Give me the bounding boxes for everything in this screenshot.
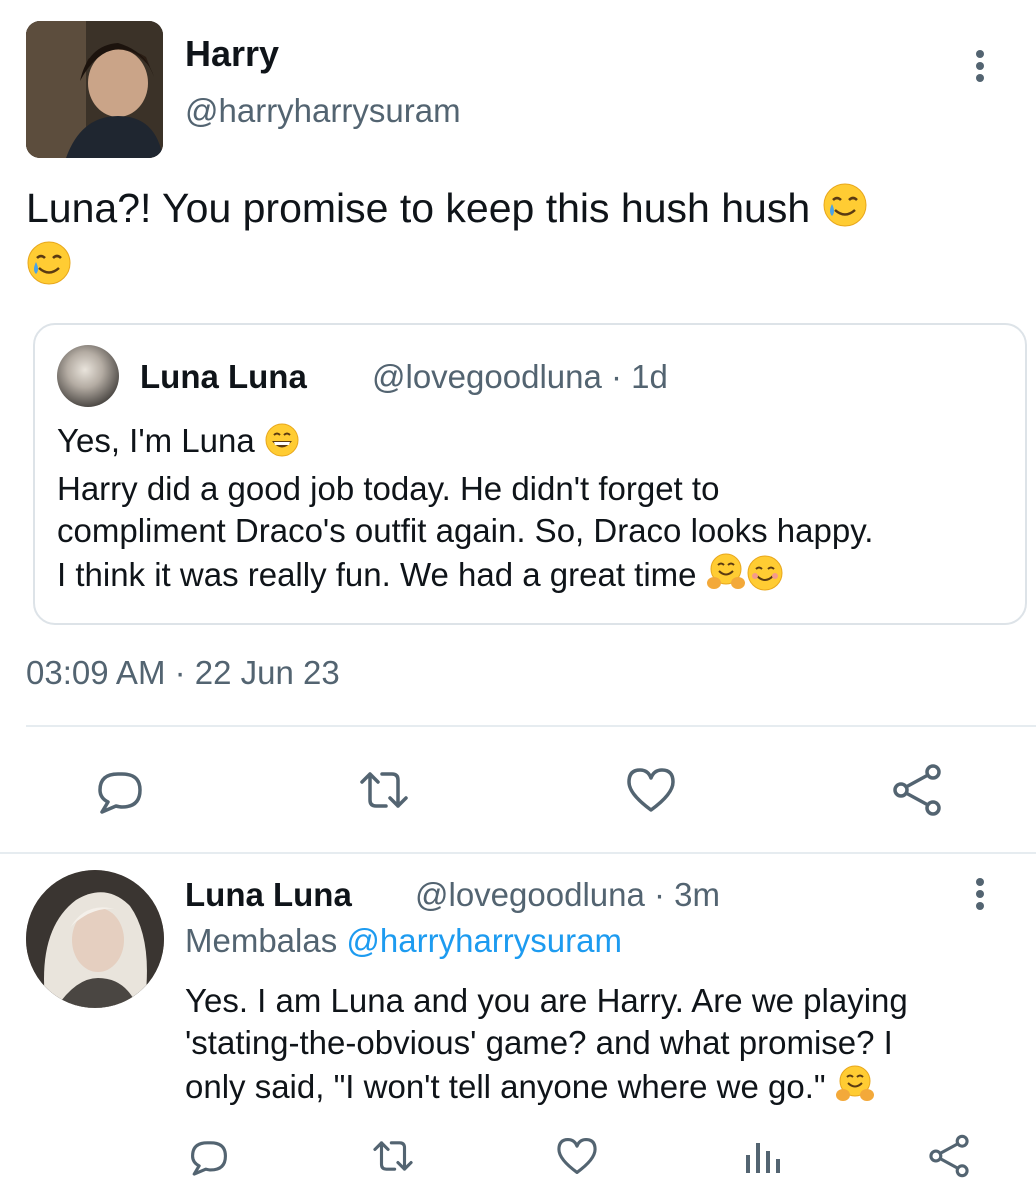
reply-retweet-button[interactable] xyxy=(370,1133,416,1179)
share-icon xyxy=(929,1134,969,1178)
quote-meta: @lovegoodluna · 1d xyxy=(372,358,668,395)
heart-icon xyxy=(627,768,675,812)
reply-author-name[interactable]: Luna Luna xyxy=(185,876,395,920)
divider xyxy=(26,725,1036,727)
retweet-icon xyxy=(360,772,408,808)
reply-share-button[interactable] xyxy=(926,1133,972,1179)
hugging-emoji-icon xyxy=(835,1064,875,1114)
crescent-moon-emoji-icon xyxy=(361,878,395,920)
share-button[interactable] xyxy=(889,762,945,818)
author-name[interactable]: Harry xyxy=(185,33,279,75)
quote-line-3: compliment Draco's outfit again. So, Dra… xyxy=(57,512,874,549)
crescent-moon-emoji-icon xyxy=(316,360,350,402)
like-button[interactable] xyxy=(623,762,679,818)
quote-author-name-text: Luna Luna xyxy=(140,358,307,395)
quote-line-4: I think it was really fun. We had a grea… xyxy=(57,556,697,593)
reply-button[interactable] xyxy=(92,762,148,818)
replying-to-label: Membalas xyxy=(185,922,338,959)
reply-icon xyxy=(191,1141,227,1176)
reply-line-2: 'stating-the-obvious' game? and what pro… xyxy=(185,1024,893,1061)
divider xyxy=(0,852,1036,854)
reply-meta: @lovegoodluna · 3m xyxy=(415,876,721,913)
retweet-icon xyxy=(373,1141,413,1171)
smiling-emoji-icon xyxy=(746,554,784,602)
tear-smile-emoji-icon xyxy=(822,182,868,240)
more-options-button[interactable] xyxy=(962,48,998,84)
grinning-emoji-icon xyxy=(264,422,300,468)
author-handle[interactable]: @harryharrysuram xyxy=(185,92,461,130)
tweet-timestamp[interactable]: 03:09 AM · 22 Jun 23 xyxy=(26,654,340,692)
reply-views-button[interactable] xyxy=(740,1133,786,1179)
tear-smile-emoji-icon xyxy=(26,240,72,298)
quote-avatar[interactable] xyxy=(57,345,119,407)
analytics-icon xyxy=(746,1143,780,1173)
tweet-body: Luna?! You promise to keep this hush hus… xyxy=(26,185,811,231)
quote-line-2: Harry did a good job today. He didn't fo… xyxy=(57,470,720,507)
reply-line-1: Yes. I am Luna and you are Harry. Are we… xyxy=(185,982,908,1019)
reply-like-button[interactable] xyxy=(554,1133,600,1179)
avatar[interactable] xyxy=(26,21,163,158)
share-icon xyxy=(893,764,941,816)
reply-text: Yes. I am Luna and you are Harry. Are we… xyxy=(185,980,1005,1114)
heart-icon xyxy=(557,1138,597,1174)
reply-icon xyxy=(98,772,142,814)
reply-more-options-button[interactable] xyxy=(962,876,998,912)
quote-line-1: Yes, I'm Luna xyxy=(57,422,255,459)
more-vertical-icon xyxy=(976,878,984,910)
reply-author-name-text: Luna Luna xyxy=(185,876,352,913)
hugging-emoji-icon xyxy=(706,552,746,602)
reply-reply-button[interactable] xyxy=(186,1133,232,1179)
tweet-text: Luna?! You promise to keep this hush hus… xyxy=(26,182,1016,298)
reply-avatar[interactable] xyxy=(26,870,164,1008)
more-vertical-icon xyxy=(976,50,984,82)
replying-to: Membalas @harryharrysuram xyxy=(185,922,622,960)
quote-text: Yes, I'm Luna Harry did a good job today… xyxy=(57,420,1007,602)
retweet-button[interactable] xyxy=(356,762,412,818)
replying-to-mention[interactable]: @harryharrysuram xyxy=(346,922,622,959)
reply-line-3: only said, "I won't tell anyone where we… xyxy=(185,1068,826,1105)
quote-author-name: Luna Luna xyxy=(140,358,350,402)
